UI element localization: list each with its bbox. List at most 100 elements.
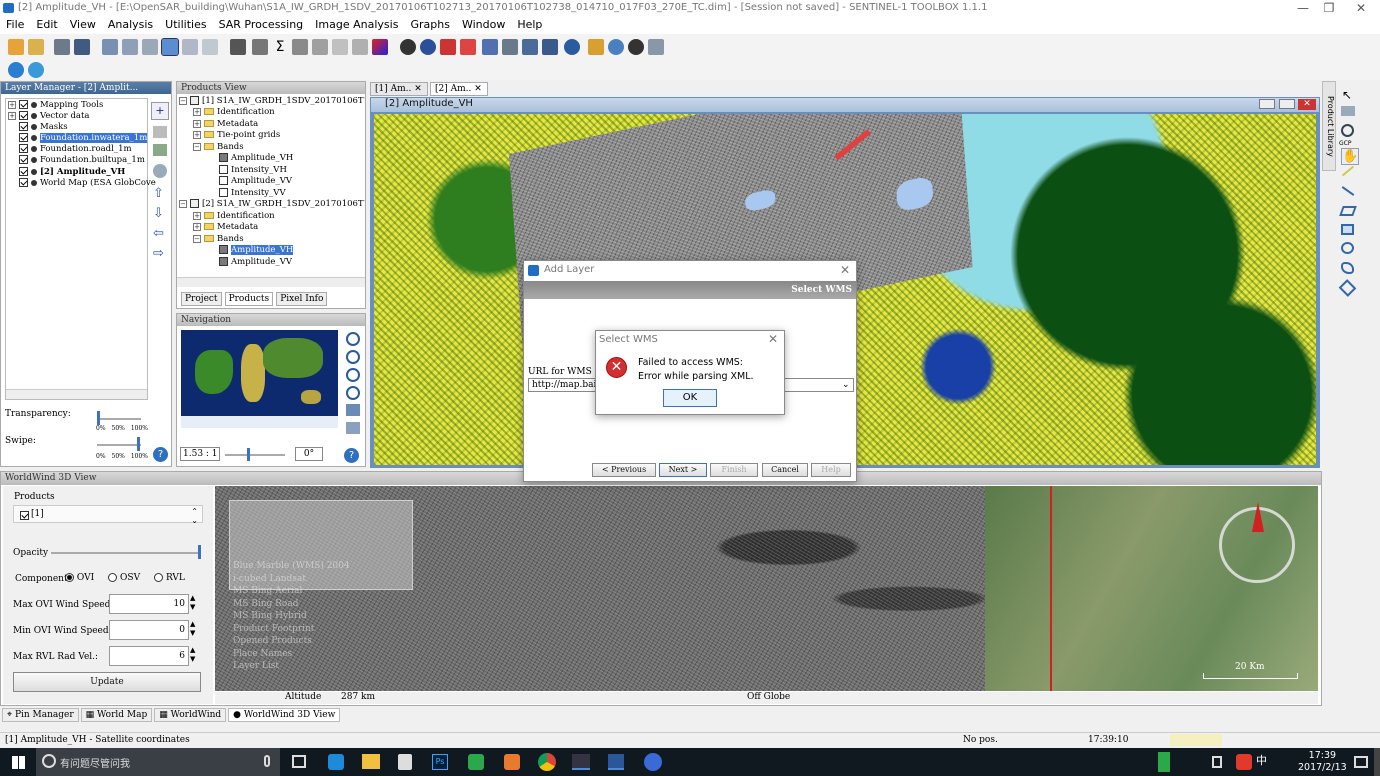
tree-folder-node[interactable]: + Metadata [193, 119, 258, 130]
radio-osv[interactable]: OSV [108, 573, 140, 583]
layer-list-item[interactable]: MS Bing Aerial [233, 585, 350, 598]
help-button[interactable]: Help [811, 463, 851, 477]
layer-list-item[interactable]: Layer List [233, 660, 350, 673]
histogram-icon[interactable] [292, 39, 308, 55]
file-explorer-icon[interactable] [362, 754, 380, 769]
max-rvl-spinner-icon[interactable]: ▲ ▼ [190, 646, 200, 666]
layer-row[interactable]: + Mapping Tools [8, 100, 103, 111]
terrain-correction-icon[interactable] [440, 39, 456, 55]
menu-view[interactable]: View [64, 16, 102, 34]
task-view-icon[interactable] [292, 755, 306, 768]
compass-icon[interactable] [1219, 502, 1295, 583]
tree-band-node[interactable]: Amplitude_VV [219, 257, 292, 268]
filter-icon[interactable] [122, 39, 138, 55]
layer-list-item[interactable]: Product Footprint [233, 623, 350, 636]
range-finder-icon[interactable] [1341, 106, 1355, 116]
line-tool-icon[interactable] [1341, 186, 1355, 196]
zoom-out-icon[interactable] [346, 350, 360, 364]
next-button[interactable]: Next > [659, 463, 707, 477]
layer-row[interactable]: + Vector data [8, 111, 89, 122]
menu-graphs[interactable]: Graphs [404, 16, 455, 34]
menu-image-analysis[interactable]: Image Analysis [309, 16, 404, 34]
maximize-button[interactable]: ❐ [1314, 0, 1344, 16]
swipe-slider[interactable] [97, 437, 141, 451]
store-icon[interactable] [398, 754, 412, 770]
save-icon[interactable] [74, 39, 90, 55]
gcp-icon[interactable] [182, 39, 198, 55]
menu-file[interactable]: File [0, 16, 30, 34]
band-maths-icon[interactable] [102, 39, 118, 55]
tree-folder-node[interactable]: + Identification [193, 107, 275, 118]
menu-analysis[interactable]: Analysis [102, 16, 159, 34]
add-layer-close-button[interactable]: ✕ [840, 263, 850, 277]
remove-layer-icon[interactable] [153, 126, 167, 138]
menu-window[interactable]: Window [456, 16, 511, 34]
transparency-slider[interactable] [97, 411, 141, 425]
products-list[interactable]: [1] ⌃ ⌄ [13, 505, 203, 525]
radio-rvl[interactable]: RVL [154, 573, 185, 583]
radio-ovi[interactable]: OVI [65, 573, 94, 583]
layer-row[interactable]: Foundation.builtupa_1m [19, 155, 145, 166]
layer-list-item[interactable]: Blue Marble (WMS) 2004 [233, 560, 350, 573]
menu-edit[interactable]: Edit [30, 16, 63, 34]
tree-band-node[interactable]: Amplitude_VH [219, 245, 294, 256]
add-layer-button[interactable]: + [151, 102, 169, 120]
information-icon[interactable] [230, 39, 246, 55]
layer-row[interactable]: [2] Amplitude_VH [19, 167, 125, 178]
menu-help[interactable]: Help [511, 16, 548, 34]
menu-utilities[interactable]: Utilities [159, 16, 212, 34]
zoom-all-icon[interactable] [346, 386, 360, 400]
windows-start-icon[interactable] [12, 756, 25, 769]
ime-indicator[interactable]: 中 [1256, 752, 1267, 768]
app-globe-icon[interactable] [644, 753, 662, 771]
plugin-icon[interactable] [28, 62, 44, 78]
view-close-button[interactable]: ✕ [1298, 99, 1316, 110]
settings-gear-icon[interactable] [8, 62, 24, 78]
pencil-icon[interactable] [1341, 165, 1355, 177]
url-dropdown-chevron-icon[interactable]: ⌄ [842, 380, 850, 390]
tree-folder-node[interactable]: − Bands [193, 234, 244, 245]
show-desktop-button[interactable] [1374, 748, 1380, 776]
layer-row[interactable]: Foundation.roadl_1m [19, 144, 132, 155]
taskbar-search[interactable]: 有问题尽管问我 [36, 748, 280, 776]
database-icon[interactable] [648, 39, 664, 55]
navigation-help-icon[interactable]: ? [344, 448, 359, 463]
sync-cursor-icon[interactable] [346, 422, 360, 434]
sync-views-icon[interactable] [346, 404, 360, 416]
tab-products[interactable]: Products [224, 292, 274, 306]
statistics-icon[interactable]: Σ [272, 39, 288, 55]
zoom-in-icon[interactable] [346, 332, 360, 346]
view-maximize-button[interactable] [1279, 99, 1295, 109]
move-right-icon[interactable]: ⇨ [153, 246, 164, 261]
update-button[interactable]: Update [13, 672, 201, 692]
spectrum-icon[interactable] [352, 39, 368, 55]
doc-tab-2[interactable]: [2] Am.. ✕ [430, 82, 488, 96]
layer-list-item[interactable]: MS Bing Hybrid [233, 610, 350, 623]
layer-row[interactable]: Masks [19, 122, 68, 133]
rectangle-tool-icon[interactable] [1341, 224, 1354, 235]
product-library-tab[interactable]: Product Library [1322, 81, 1336, 171]
worldwind-globe-view[interactable]: Blue Marble (WMS) 2004 i-cubed Landsat M… [215, 486, 1318, 691]
layer-row[interactable]: World Map (ESA GlobCove [19, 178, 156, 189]
layer-list-item[interactable]: Opened Products [233, 635, 350, 648]
tree-band-node[interactable]: Amplitude_VH [219, 153, 293, 164]
min-ovi-spinner-icon[interactable]: ▲ ▼ [190, 620, 200, 640]
pan-tool-icon[interactable]: ✋ [1341, 148, 1360, 165]
wrench-icon[interactable] [588, 39, 604, 55]
tree-band-node[interactable]: Intensity_VH [219, 165, 287, 176]
app-green-icon[interactable] [468, 754, 484, 770]
tree-product-node[interactable]: −[2] S1A_IW_GRDH_1SDV_20170106T102713_ [179, 199, 365, 210]
mosaic-icon[interactable] [482, 39, 498, 55]
zoom-tool-icon[interactable] [1341, 124, 1354, 137]
magic-wand-icon[interactable] [1338, 279, 1357, 297]
graph-builder-icon[interactable] [522, 39, 538, 55]
select-wms-close-button[interactable]: ✕ [768, 332, 778, 346]
edge-browser-icon[interactable] [328, 754, 344, 770]
tree-band-node[interactable]: Intensity_VV [219, 188, 286, 199]
layer-row[interactable]: Foundation.inwatera_1m [19, 133, 148, 144]
navigation-overview-map[interactable] [181, 330, 338, 428]
zoom-pixel-icon[interactable] [346, 368, 360, 382]
previous-button[interactable]: < Previous [592, 463, 656, 477]
close-button[interactable]: ✕ [1346, 0, 1376, 16]
doc-tab-1[interactable]: [1] Am.. ✕ [370, 82, 428, 96]
